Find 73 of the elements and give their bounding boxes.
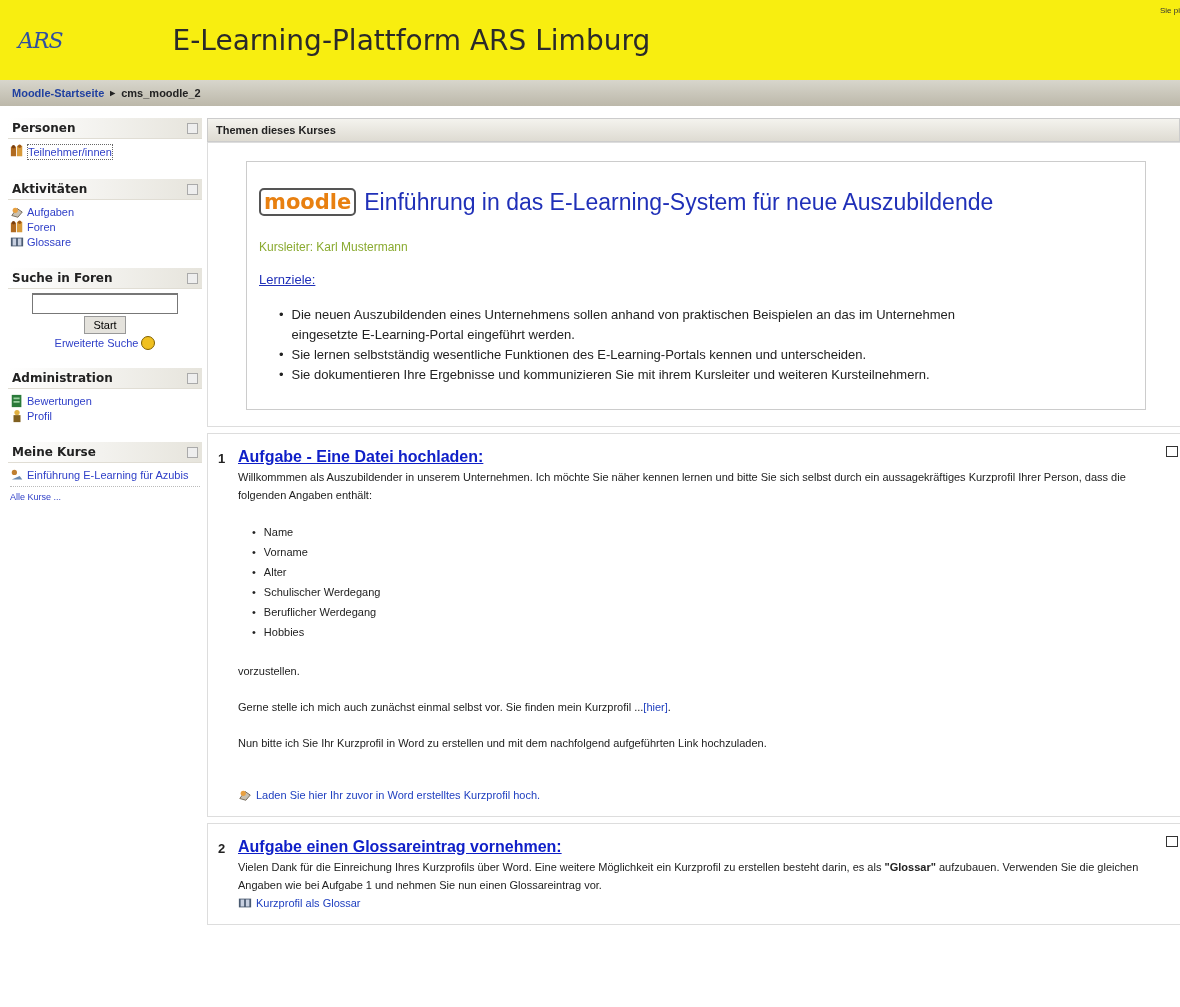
block-title: Meine Kurse: [12, 445, 96, 459]
list-item: Hobbies: [263, 625, 305, 640]
section-title[interactable]: Aufgabe - Eine Datei hochladen:: [238, 448, 484, 465]
list-item: Schulischer Werdegang: [263, 585, 381, 600]
list-item: Beruflicher Werdegang: [263, 605, 377, 620]
sidebar-link[interactable]: Bewertungen: [27, 394, 92, 408]
assignment-icon: [238, 788, 252, 802]
people-icon: [10, 144, 24, 158]
assignment-icon: [10, 205, 24, 219]
breadcrumb-link[interactable]: Moodle-Startseite: [12, 87, 105, 99]
paragraph: Nun bitte ich Sie Ihr Kurzprofil in Word zu erstellen und mit dem nachfolgend aufgeführten Link hochzuladen.: [238, 736, 768, 751]
paragraph: Gerne stelle ich mich auch zunächst einmal selbst vor. Sie finden mein Kurzprofil ...[hier].: [238, 700, 672, 715]
activity-link[interactable]: Laden Sie hier Ihr zuvor in Word erstelltes Kurzprofil hoch.: [256, 789, 541, 801]
highlight-toggle[interactable]: [1166, 836, 1178, 847]
people-icon: [10, 220, 24, 234]
block-title: Administration: [12, 371, 113, 385]
bullet: •: [252, 525, 256, 540]
sidebar-link[interactable]: Einführung E-Learning für Azubis: [27, 468, 189, 482]
collapse-icon[interactable]: [187, 372, 198, 384]
breadcrumb-current: cms_moodle_2: [121, 87, 201, 99]
paragraph: Willkommmen als Auszubildender in unserem Unternehmen. Ich möchte Sie näher kennen lernen und bitte Sie sich selbst durch ein aussagekräftiges Kurzprofil Ihrer Person, dass die folgenden Angaben enthält:: [238, 470, 1127, 503]
breadcrumb-separator: ►: [108, 88, 118, 98]
ars-logo: ARS: [18, 27, 63, 53]
sidebar-link[interactable]: Teilnehmer/innen: [27, 144, 113, 160]
bullet: •: [279, 306, 284, 324]
start-button[interactable]: Start: [84, 316, 126, 334]
grades-icon: [10, 394, 24, 408]
list-item: Vorname: [263, 545, 308, 560]
site-title: E-Learning-Plattform ARS Limburg: [172, 23, 651, 57]
block-title: Aktivitäten: [12, 182, 88, 196]
goals-link[interactable]: Lernziele:: [259, 272, 316, 287]
search-field[interactable]: [32, 293, 178, 314]
sidebar-link[interactable]: Profil: [27, 409, 53, 423]
paragraph: vorzustellen.: [238, 664, 301, 679]
section-number: 1: [218, 450, 227, 468]
goal-item: Sie dokumentieren Ihre Ergebnisse und kommunizieren Sie mit ihrem Kursleiter und weiteren Kursteilnehmern.: [291, 366, 930, 384]
bullet: •: [252, 545, 256, 560]
collapse-icon[interactable]: [187, 446, 198, 458]
collapse-icon[interactable]: [187, 122, 198, 134]
block-title: Personen: [12, 121, 76, 135]
sidebar-link[interactable]: Foren: [27, 220, 56, 234]
sidebar-link[interactable]: Aufgaben: [27, 205, 75, 219]
topics-title: Themen dieses Kurses: [216, 124, 336, 136]
collapse-icon[interactable]: [187, 183, 198, 195]
bullet: •: [252, 565, 256, 580]
goal-item: Sie lernen selbstständig wesentliche Funktionen des E-Learning-Portals kennen und unterscheiden.: [291, 346, 867, 364]
list-item: Name: [263, 525, 294, 540]
bullet: •: [252, 585, 256, 600]
paragraph: Vielen Dank für die Einreichung Ihres Kurzprofils über Word. Eine weitere Möglichkeit ein Kurzprofil zu erstellen besteht darin, es als "Glossar" aufzubauen. Verwenden Sie die gleichen Angaben wie bei Aufgabe 1 und nehmen Sie nun einen Glossareintrag vor.: [238, 860, 1140, 893]
header-text: Sie pi: [1160, 6, 1180, 15]
collapse-icon[interactable]: [187, 272, 198, 284]
sidebar-link[interactable]: Glossare: [27, 235, 72, 249]
bullet: •: [279, 346, 284, 364]
course-title: Einführung in das E-Learning-System für neue Auszubildende: [364, 188, 994, 216]
highlight-toggle[interactable]: [1166, 446, 1178, 457]
activity-link[interactable]: Kurzprofil als Glossar: [256, 897, 361, 909]
all-courses-link[interactable]: Alle Kurse ...: [10, 492, 62, 502]
block-title: Suche in Foren: [12, 271, 113, 285]
book-icon: [238, 896, 252, 910]
bullet: •: [252, 625, 256, 640]
list-item: Alter: [263, 565, 287, 580]
moodle-logo: moodle: [259, 188, 357, 216]
goal-item: Die neuen Auszubildenden eines Unternehmens sollen anhand von praktischen Beispielen an das im Unternehmen eingesetzte E-Learning-Portal eingeführt werden.: [291, 306, 956, 344]
bullet: •: [279, 366, 284, 384]
section-title[interactable]: Aufgabe einen Glossareintrag vornehmen:: [238, 838, 562, 855]
help-icon[interactable]: [141, 336, 156, 350]
teacher-text: Kursleiter: Karl Mustermann: [259, 240, 409, 254]
bullet: •: [252, 605, 256, 620]
book-icon: [10, 235, 24, 249]
advanced-search-link[interactable]: Erweiterte Suche: [54, 336, 139, 350]
section-number: 2: [218, 840, 227, 858]
course-icon: [10, 468, 24, 482]
hier-link[interactable]: [hier]: [643, 701, 668, 713]
